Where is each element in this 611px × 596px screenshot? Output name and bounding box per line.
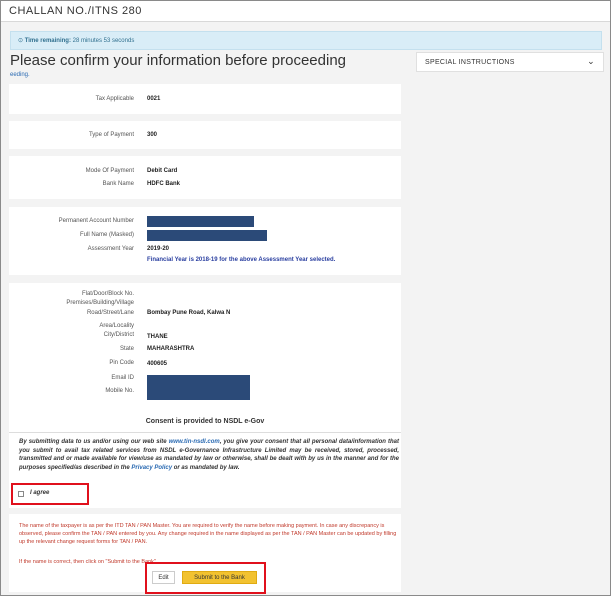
payment-mode-card: Mode Of Payment Debit Card Bank Name HDF… bbox=[9, 156, 401, 199]
payment-mode-value: Debit Card bbox=[147, 168, 178, 174]
name-verification-footer: If the name is correct, then click on "S… bbox=[19, 559, 156, 565]
clock-icon: ⊙ bbox=[18, 38, 25, 44]
tax-applicable-card: Tax Applicable 0021 bbox=[9, 84, 401, 114]
title-bar: CHALLAN NO./ITNS 280 bbox=[1, 1, 610, 22]
page-subnote: eeding. bbox=[10, 72, 30, 78]
consent-text-part-1: By submitting data to us and/or using ou… bbox=[19, 439, 169, 445]
payment-type-card: Type of Payment 300 bbox=[9, 121, 401, 149]
submit-to-bank-button[interactable]: Submit to the Bank bbox=[182, 571, 257, 584]
timer-label: Time remaining: bbox=[24, 38, 71, 44]
full-name-label: Full Name (Masked) bbox=[79, 232, 134, 238]
nsdl-site-link[interactable]: www.tin-nsdl.com bbox=[169, 439, 220, 445]
time-remaining-banner: ⊙ Time remaining: 28 minutes 53 seconds bbox=[10, 31, 602, 50]
tax-applicable-label: Tax Applicable bbox=[95, 96, 134, 102]
bank-name-value: HDFC Bank bbox=[147, 181, 181, 187]
consent-title: Consent is provided to NSDL e-Gov bbox=[145, 418, 265, 425]
consent-text: By submitting data to us and/or using ou… bbox=[19, 438, 399, 472]
assessment-year-label: Assessment Year bbox=[87, 246, 134, 252]
road-label: Road/Street/Lane bbox=[86, 310, 134, 316]
state-value: MAHARASHTRA bbox=[147, 346, 195, 352]
payment-type-value: 300 bbox=[147, 132, 158, 138]
assessment-year-value: 2019-20 bbox=[147, 246, 170, 252]
address-card: Flat/Door/Block No. Premises/Building/Vi… bbox=[9, 283, 401, 425]
pan-masked-value bbox=[147, 216, 254, 227]
mobile-masked-value bbox=[147, 387, 250, 400]
identity-card: Permanent Account Number Full Name (Mask… bbox=[9, 207, 401, 275]
city-value: THANE bbox=[147, 334, 168, 340]
road-value: Bombay Pune Road, Kalwa N bbox=[147, 310, 231, 316]
payment-type-label: Type of Payment bbox=[88, 132, 134, 138]
email-label: Email ID bbox=[111, 375, 134, 381]
privacy-policy-link[interactable]: Privacy Policy bbox=[131, 465, 172, 471]
premises-label: Premises/Building/Village bbox=[66, 300, 134, 306]
window-title: CHALLAN NO./ITNS 280 bbox=[9, 5, 142, 17]
page-title: Please confirm your information before p… bbox=[10, 52, 347, 69]
financial-year-note: Financial Year is 2018-19 for the above … bbox=[147, 257, 336, 263]
special-instructions-label: SPECIAL INSTRUCTIONS bbox=[425, 59, 515, 66]
pin-code-label: Pin Code bbox=[109, 360, 134, 366]
flat-label: Flat/Door/Block No. bbox=[81, 291, 134, 297]
bank-name-label: Bank Name bbox=[102, 181, 134, 187]
i-agree-highlight: I agree bbox=[11, 483, 89, 505]
tax-applicable-value: 0021 bbox=[147, 96, 161, 102]
payment-mode-label: Mode Of Payment bbox=[85, 168, 134, 174]
area-label: Area/Locality bbox=[99, 323, 134, 329]
consent-text-part-3: or as mandated by law. bbox=[172, 464, 240, 471]
state-label: State bbox=[119, 346, 134, 352]
actions-highlight: Edit Submit to the Bank bbox=[145, 562, 266, 594]
i-agree-label[interactable]: I agree bbox=[30, 490, 49, 496]
i-agree-checkbox[interactable] bbox=[18, 491, 24, 497]
mobile-label: Mobile No. bbox=[105, 388, 134, 394]
name-verification-text: The name of the taxpayer is as per the I… bbox=[19, 523, 397, 545]
special-instructions-toggle[interactable]: SPECIAL INSTRUCTIONS ⌄ bbox=[416, 52, 604, 72]
city-label: City/District bbox=[103, 332, 134, 338]
chevron-down-icon: ⌄ bbox=[587, 56, 595, 66]
full-name-masked-value bbox=[147, 230, 267, 241]
email-masked-value bbox=[147, 375, 250, 387]
main-content: ⊙ Time remaining: 28 minutes 53 seconds … bbox=[1, 22, 610, 595]
pin-code-value: 400605 bbox=[147, 361, 168, 367]
edit-button[interactable]: Edit bbox=[152, 571, 175, 584]
timer-value: 28 minutes 53 seconds bbox=[72, 38, 135, 44]
pan-label: Permanent Account Number bbox=[58, 218, 134, 224]
consent-divider bbox=[9, 432, 401, 433]
